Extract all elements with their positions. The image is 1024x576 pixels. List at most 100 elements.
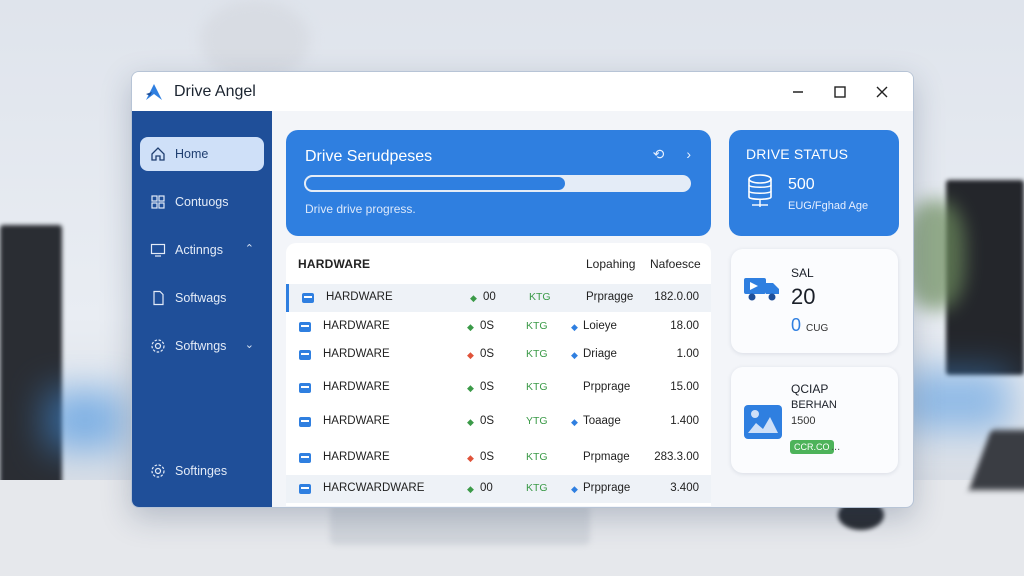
minimize-icon bbox=[793, 90, 803, 93]
table-row[interactable]: HARDWARE ◆ 00 KTG Prpragge 182.0.00 bbox=[286, 284, 711, 312]
sal-card[interactable]: SAL 20 0 CUG bbox=[731, 249, 898, 353]
background-keyboard bbox=[969, 430, 1024, 490]
row-tag: KTG bbox=[526, 482, 548, 494]
row-name: HARCWARDWARE bbox=[323, 482, 425, 494]
chevron-down-icon: ⌄ bbox=[244, 339, 254, 351]
row-tag: YTG bbox=[526, 415, 548, 427]
table-row[interactable]: HARDWARE ◆ 0S KTG ◆ Loieye 18.00 bbox=[286, 313, 711, 341]
row-amount: 283.3.00 bbox=[654, 451, 699, 463]
status-dot: ◆ bbox=[467, 322, 474, 332]
background-glow-left bbox=[45, 390, 125, 450]
progress-bar-fill bbox=[304, 175, 568, 192]
refresh-icon[interactable]: ⟲ bbox=[653, 146, 665, 163]
type-dot: ◆ bbox=[571, 350, 578, 360]
sal-subvalue-text: CUG bbox=[806, 323, 829, 334]
column-header-nafoesce[interactable]: Nafoesce bbox=[650, 257, 701, 271]
row-type: Prpragge bbox=[586, 291, 634, 303]
drive-status-title: DRIVE STATUS bbox=[746, 146, 849, 162]
sidebar-item-softwags[interactable]: Softwags bbox=[140, 281, 264, 315]
qciap-number: 1500 bbox=[791, 415, 816, 427]
maximize-button[interactable] bbox=[819, 72, 861, 111]
database-icon bbox=[748, 174, 772, 207]
minimize-button[interactable] bbox=[777, 72, 819, 111]
close-button[interactable] bbox=[861, 72, 903, 111]
column-header-lopahing[interactable]: Lopahing bbox=[586, 257, 635, 271]
table-row[interactable]: HARDWARE ◆ 0S YTG ◆ Toaage 1.400 bbox=[286, 408, 711, 436]
maximize-icon bbox=[834, 85, 846, 98]
sidebar-item-contuogs[interactable]: Contuogs bbox=[140, 185, 264, 219]
sidebar-item-label: Home bbox=[175, 147, 209, 161]
sidebar-item-label: Actinngs bbox=[175, 243, 223, 257]
qciap-label: QCIAP bbox=[791, 382, 829, 396]
row-value: 0S bbox=[480, 320, 495, 332]
row-type: Driage bbox=[583, 348, 617, 360]
home-icon bbox=[150, 146, 166, 162]
sidebar-item-label: Contuogs bbox=[175, 195, 229, 209]
row-amount: 18.00 bbox=[670, 320, 699, 332]
row-tag: KTG bbox=[526, 320, 548, 332]
status-dot: ◆ bbox=[467, 350, 474, 360]
box-icon bbox=[298, 348, 312, 362]
row-amount: 3.400 bbox=[670, 482, 699, 494]
row-amount: 1.400 bbox=[670, 415, 699, 427]
row-type: Prpprage bbox=[583, 381, 631, 393]
sidebar-item-home[interactable]: Home bbox=[140, 137, 264, 171]
window-controls bbox=[777, 72, 903, 111]
sidebar-item-settings[interactable]: Softinges bbox=[140, 454, 264, 488]
close-icon bbox=[876, 86, 888, 97]
row-amount: 15.00 bbox=[670, 381, 699, 393]
title-bar[interactable]: Drive Angel bbox=[132, 72, 913, 111]
gear-icon bbox=[150, 338, 166, 354]
row-name: HARDWARE bbox=[323, 320, 390, 332]
background-lamp bbox=[200, 0, 310, 80]
row-name: HARDWARE bbox=[323, 415, 390, 427]
table-row[interactable]: HARCWARDWARE ◆ 00 KTG ◆ Prpprage 3.400 bbox=[286, 475, 711, 503]
row-type: Toaage bbox=[583, 415, 621, 427]
table-row[interactable]: HARDWARE ◆ 0S KTG ◆ Driage 1.00 bbox=[286, 341, 711, 369]
background-glow-right bbox=[900, 370, 1010, 430]
document-icon bbox=[150, 290, 166, 306]
drive-status-card: DRIVE STATUS 500 EUG/Fghad Age bbox=[729, 130, 899, 236]
progress-subtitle: Drive drive progress. bbox=[305, 202, 416, 216]
type-dot: ◆ bbox=[571, 417, 578, 427]
background-plant bbox=[905, 200, 965, 310]
status-badge: CCR.CO bbox=[790, 440, 834, 454]
type-dot: ◆ bbox=[571, 322, 578, 332]
sidebar-item-softwngs[interactable]: Softwngs ⌄ bbox=[140, 329, 264, 363]
app-window: Drive Angel Home Contuogs Actinngs ⌃ Sof… bbox=[131, 71, 914, 508]
status-dot: ◆ bbox=[467, 484, 474, 494]
row-name: HARDWARE bbox=[326, 291, 393, 303]
row-tag: KTG bbox=[526, 381, 548, 393]
row-amount: 182.0.00 bbox=[654, 291, 699, 303]
table-row[interactable]: HARDWARE ◆ 0S KTG Prpprage 15.00 bbox=[286, 374, 711, 402]
qciap-sublabel: BERHAN bbox=[791, 399, 837, 411]
more-indicator[interactable]: ... bbox=[831, 441, 840, 453]
row-type: Prpprage bbox=[583, 482, 631, 494]
truck-chat-icon bbox=[744, 278, 779, 301]
row-value: 00 bbox=[483, 291, 496, 303]
drive-status-subtitle: EUG/Fghad Age bbox=[788, 200, 869, 212]
table-row[interactable]: HARDWARE ◆ 0S KTG Prpmage 283.3.00 bbox=[286, 444, 711, 472]
row-name: HARDWARE bbox=[323, 381, 390, 393]
qciap-card[interactable]: QCIAP BERHAN 1500 CCR.CO ... bbox=[731, 367, 898, 473]
list-icon bbox=[298, 451, 312, 465]
row-name: HARDWARE bbox=[323, 451, 390, 463]
table-header: HARDWARE Lopahing Nafoesce bbox=[286, 243, 711, 283]
table-title: HARDWARE bbox=[298, 257, 371, 271]
status-dot: ◆ bbox=[467, 383, 474, 393]
row-name: HARDWARE bbox=[323, 348, 390, 360]
row-value: 0S bbox=[480, 451, 495, 463]
row-value: 0S bbox=[480, 381, 495, 393]
row-amount: 1.00 bbox=[676, 348, 699, 360]
chevron-up-icon: ⌃ bbox=[244, 243, 254, 255]
sidebar-item-actinngs[interactable]: Actinngs ⌃ bbox=[140, 233, 264, 267]
monitor-icon bbox=[150, 242, 166, 258]
status-dot: ◆ bbox=[467, 417, 474, 427]
sal-subvalue-number: 0 bbox=[791, 315, 802, 335]
drive-progress-card: Drive Serudpeses ⟲ › Drive drive progres… bbox=[286, 130, 711, 236]
sal-value: 20 bbox=[791, 284, 816, 309]
status-dot: ◆ bbox=[467, 453, 474, 463]
grid-icon bbox=[150, 194, 166, 210]
settings-gear-icon bbox=[150, 463, 166, 479]
chevron-right-icon[interactable]: › bbox=[686, 146, 691, 163]
